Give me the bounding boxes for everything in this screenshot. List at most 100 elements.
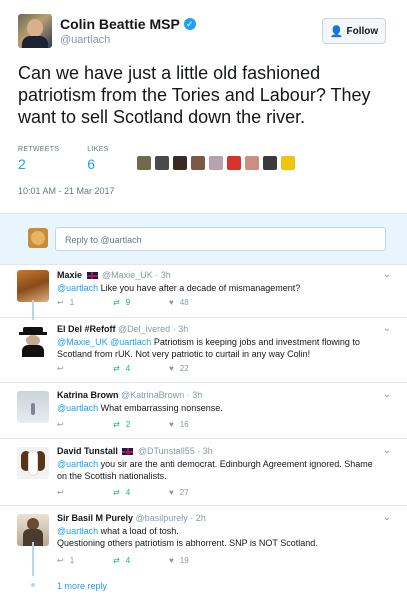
- liker-avatar[interactable]: [136, 156, 151, 170]
- retweets-count: 2: [18, 156, 26, 172]
- heart-icon: ♥: [169, 556, 174, 565]
- reply-avatar[interactable]: [17, 391, 49, 423]
- reply-icon: ↩: [57, 420, 64, 429]
- reply-tweet[interactable]: Maxie @Maxie_UK · 3h ⌄ @uartlach Like yo…: [0, 265, 407, 318]
- chevron-down-icon[interactable]: ⌄: [383, 323, 391, 334]
- liker-avatar[interactable]: [244, 156, 259, 170]
- like-button[interactable]: ♥ 19: [169, 556, 225, 565]
- add-user-icon: 👤: [329, 25, 344, 38]
- retweets-stat[interactable]: RETWEETS 2: [18, 146, 59, 172]
- like-button[interactable]: ♥ 22: [169, 364, 225, 373]
- like-button[interactable]: ♥ 16: [169, 420, 225, 429]
- reply-time[interactable]: 3h: [161, 270, 171, 280]
- follow-button[interactable]: 👤 Follow: [322, 18, 386, 44]
- likes-count: 6: [87, 156, 96, 172]
- reply-author-name[interactable]: El Del #Refoff: [57, 324, 116, 334]
- reply-avatar[interactable]: [17, 447, 49, 479]
- liker-avatar[interactable]: [226, 156, 241, 170]
- like-count: 27: [179, 488, 189, 497]
- retweet-icon: ⇄: [113, 298, 120, 307]
- like-count: 22: [179, 364, 189, 373]
- like-button[interactable]: ♥ 27: [169, 488, 225, 497]
- retweet-button[interactable]: ⇄ 4: [113, 556, 169, 565]
- like-count: 48: [179, 298, 189, 307]
- reply-handle[interactable]: @basilpurely: [136, 513, 188, 523]
- reply-text: @uartlach Like you have after a decade o…: [57, 283, 301, 293]
- reply-button[interactable]: ↩: [57, 420, 113, 429]
- liker-avatar[interactable]: [262, 156, 277, 170]
- reply-handle[interactable]: @DTunstall55: [138, 446, 195, 456]
- tweet-text: Can we have just a little old fashioned …: [18, 63, 371, 127]
- reply-author-name[interactable]: Katrina Brown: [57, 390, 119, 400]
- thread-dot: [31, 583, 35, 587]
- retweet-icon: ⇄: [113, 556, 120, 565]
- reply-button[interactable]: ↩: [57, 364, 113, 373]
- reply-author-name[interactable]: David Tunstall: [57, 446, 118, 456]
- mention-link[interactable]: @uartlach: [57, 283, 98, 293]
- reply-count: 1: [69, 298, 75, 307]
- reply-composer: Reply to @uartlach: [0, 213, 407, 265]
- reply-avatar[interactable]: [17, 270, 49, 302]
- reply-author-name[interactable]: Maxie: [57, 270, 82, 280]
- thread-connector: [32, 542, 34, 576]
- author-handle[interactable]: @uartlach: [60, 34, 196, 46]
- author-avatar[interactable]: [18, 14, 52, 48]
- reply-button[interactable]: ↩ 1: [57, 298, 113, 307]
- likes-stat[interactable]: LIKES 6: [87, 146, 108, 172]
- liker-avatar[interactable]: [208, 156, 223, 170]
- uk-flag-icon: [86, 272, 98, 280]
- thread-connector: [32, 300, 34, 320]
- heart-icon: ♥: [169, 420, 174, 429]
- reply-button[interactable]: ↩: [57, 488, 113, 497]
- likes-label: LIKES: [87, 146, 109, 153]
- mention-link[interactable]: @uartlach: [57, 459, 98, 469]
- heart-icon: ♥: [169, 488, 174, 497]
- liker-avatars: [136, 156, 295, 170]
- chevron-down-icon[interactable]: ⌄: [383, 389, 391, 400]
- reply-text: @uartlach what a load of tosh. Questionin…: [57, 526, 318, 548]
- reply-icon: ↩: [57, 556, 64, 565]
- reply-handle[interactable]: @KatrinaBrown: [121, 390, 184, 400]
- reply-input[interactable]: Reply to @uartlach: [55, 227, 386, 251]
- chevron-down-icon[interactable]: ⌄: [383, 445, 391, 456]
- retweet-count: 2: [125, 420, 131, 429]
- retweet-count: 9: [125, 298, 131, 307]
- chevron-down-icon[interactable]: ⌄: [383, 269, 391, 280]
- reply-handle[interactable]: @Maxie_UK: [102, 270, 153, 280]
- reply-icon: ↩: [57, 298, 64, 307]
- tweet-timestamp[interactable]: 10:01 AM - 21 Mar 2017: [18, 186, 389, 196]
- reply-tweet[interactable]: Katrina Brown @KatrinaBrown · 3h ⌄ @uart…: [0, 383, 407, 439]
- user-avatar: [28, 228, 48, 248]
- liker-avatar[interactable]: [190, 156, 205, 170]
- retweet-button[interactable]: ⇄ 4: [113, 364, 169, 373]
- reply-text: @Maxie_UK @uartlach Patriotism is keepin…: [57, 337, 360, 359]
- liker-avatar[interactable]: [172, 156, 187, 170]
- reply-time[interactable]: 2h: [196, 513, 206, 523]
- retweet-count: 4: [125, 556, 131, 565]
- retweet-button[interactable]: ⇄ 4: [113, 488, 169, 497]
- mention-link[interactable]: @Maxie_UK @uartlach: [57, 337, 151, 347]
- reply-author-name[interactable]: Sir Basil M Purely: [57, 513, 133, 523]
- reply-time[interactable]: 3h: [203, 446, 213, 456]
- liker-avatar[interactable]: [280, 156, 295, 170]
- retweet-button[interactable]: ⇄ 9: [113, 298, 169, 307]
- reply-button[interactable]: ↩ 1: [57, 556, 113, 565]
- retweet-icon: ⇄: [113, 488, 120, 497]
- author-name[interactable]: Colin Beattie MSP: [60, 16, 180, 32]
- reply-tweet[interactable]: David Tunstall @DTunstall55 · 3h ⌄ @uart…: [0, 439, 407, 506]
- liker-avatar[interactable]: [154, 156, 169, 170]
- mention-link[interactable]: @uartlach: [57, 526, 98, 536]
- retweet-button[interactable]: ⇄ 2: [113, 420, 169, 429]
- reply-avatar[interactable]: [17, 325, 49, 357]
- more-replies-link[interactable]: 1 more reply: [57, 581, 107, 591]
- reply-time[interactable]: 3h: [178, 324, 188, 334]
- like-count: 16: [179, 420, 189, 429]
- like-button[interactable]: ♥ 48: [169, 298, 225, 307]
- reply-time[interactable]: 3h: [192, 390, 202, 400]
- reply-handle[interactable]: @Del_ivered: [118, 324, 170, 334]
- reply-icon: ↩: [57, 364, 64, 373]
- heart-icon: ♥: [169, 298, 174, 307]
- reply-tweet[interactable]: El Del #Refoff @Del_ivered · 3h ⌄ @Maxie…: [0, 318, 407, 383]
- chevron-down-icon[interactable]: ⌄: [383, 512, 391, 523]
- mention-link[interactable]: @uartlach: [57, 403, 98, 413]
